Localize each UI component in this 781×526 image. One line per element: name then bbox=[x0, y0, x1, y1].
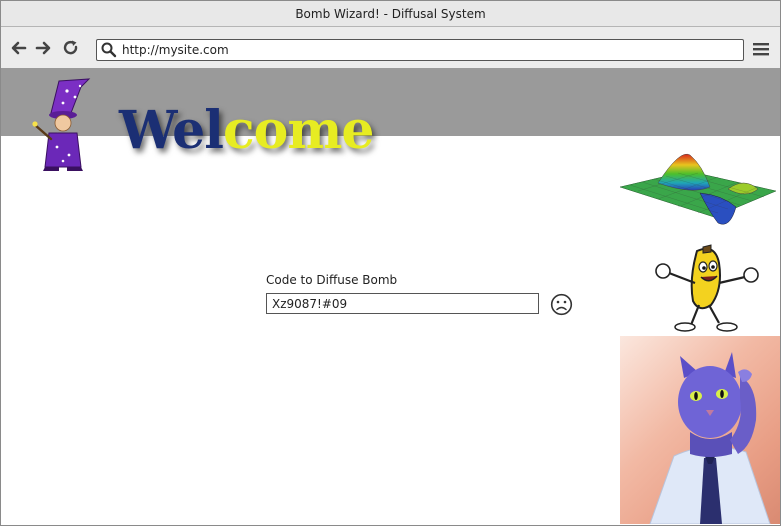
welcome-text-part2: come bbox=[223, 100, 374, 161]
code-field-label: Code to Diffuse Bomb bbox=[266, 273, 398, 287]
welcome-heading: Welcome bbox=[119, 100, 374, 161]
search-icon bbox=[101, 42, 117, 58]
dancing-banana-image bbox=[655, 244, 759, 332]
diffuse-code-input[interactable] bbox=[266, 293, 539, 314]
wizard-clipart bbox=[32, 78, 91, 171]
3d-surface-plot-image bbox=[619, 153, 777, 225]
forward-arrow-icon[interactable] bbox=[34, 39, 52, 57]
hamburger-menu-icon[interactable] bbox=[752, 41, 770, 57]
back-arrow-icon[interactable] bbox=[10, 39, 28, 57]
header-banner bbox=[1, 68, 780, 136]
cat-photo bbox=[620, 336, 780, 524]
sad-face-icon bbox=[550, 293, 573, 316]
browser-window: Bomb Wizard! - Diffusal System http://my… bbox=[0, 0, 781, 526]
browser-toolbar: http://mysite.com bbox=[1, 27, 780, 69]
title-bar: Bomb Wizard! - Diffusal System bbox=[1, 1, 780, 27]
url-text[interactable]: http://mysite.com bbox=[122, 43, 229, 57]
welcome-text-part1: Wel bbox=[119, 100, 224, 161]
address-bar[interactable]: http://mysite.com bbox=[96, 39, 744, 61]
cat-in-suit-image bbox=[649, 352, 771, 524]
window-title: Bomb Wizard! - Diffusal System bbox=[295, 6, 486, 21]
reload-icon[interactable] bbox=[62, 39, 80, 57]
